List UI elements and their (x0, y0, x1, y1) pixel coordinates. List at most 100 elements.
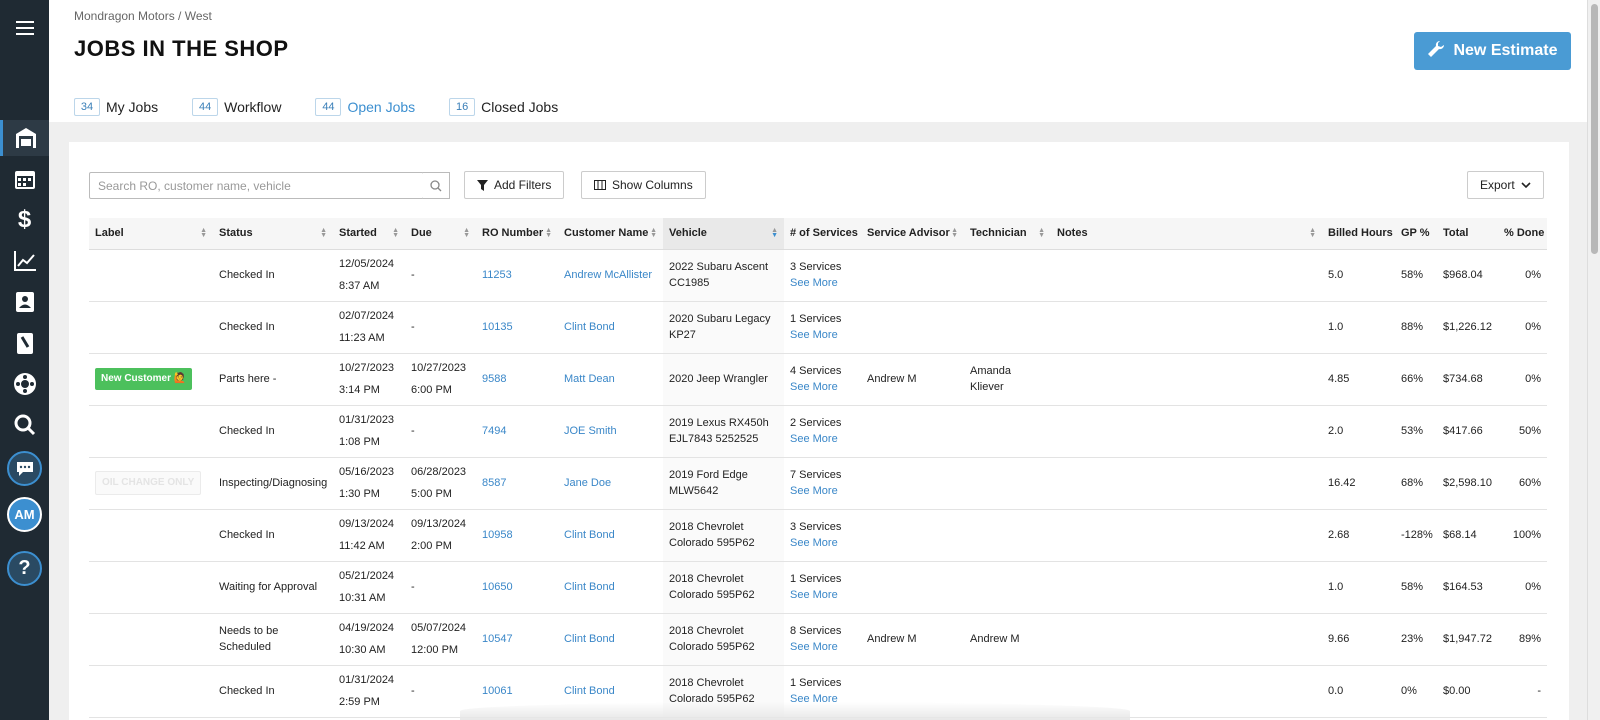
tab-label: Workflow (224, 99, 282, 115)
see-more-link[interactable]: See More (790, 535, 855, 551)
started-date: 05/21/2024 (339, 570, 395, 582)
ro-number-link[interactable]: 7494 (482, 425, 506, 437)
sort-arrows-icon[interactable]: ▲ ▼ (200, 227, 207, 239)
customer-name-link[interactable]: Clint Bond (564, 633, 615, 645)
see-more-link[interactable]: See More (790, 587, 855, 603)
ro-number-link[interactable]: 8587 (482, 477, 506, 489)
status-text: Needs to be Scheduled (219, 625, 279, 653)
breadcrumb[interactable]: Mondragon Motors / West (74, 9, 212, 23)
column-header-services[interactable]: # of Services (784, 218, 861, 250)
billed-hours: 5.0 (1328, 269, 1344, 281)
customer-name-link[interactable]: Clint Bond (564, 529, 615, 541)
search-input[interactable] (89, 172, 424, 199)
column-header-percent-done[interactable]: % Done (1498, 218, 1547, 250)
label-badge[interactable]: OIL CHANGE ONLY (95, 471, 202, 495)
column-header-service-advisor[interactable]: Service Advisor ▲ ▼ (861, 218, 964, 250)
column-header-started[interactable]: Started ▲ ▼ (333, 218, 405, 250)
column-header-technician[interactable]: Technician ▲ ▼ (964, 218, 1051, 250)
sort-arrows-icon[interactable]: ▲ ▼ (771, 227, 778, 239)
inventory-tools-icon[interactable] (0, 325, 49, 361)
tab-closed-jobs[interactable]: 16 Closed Jobs (449, 92, 558, 122)
add-filters-button[interactable]: Add Filters (464, 171, 565, 199)
calendar-icon[interactable] (0, 161, 49, 197)
customer-name-link[interactable]: JOE Smith (564, 425, 617, 437)
table-row[interactable]: Needs to be Scheduled 04/19/2024 10:30 AM 0… (89, 613, 1547, 666)
table-row[interactable]: Checked In 12/05/2024 8:37 AM - 11253 Andrew … (89, 249, 1547, 302)
ro-number-link[interactable]: 10061 (482, 685, 513, 697)
sort-arrows-icon[interactable]: ▲ ▼ (392, 227, 399, 239)
table-row[interactable]: Checked In 01/31/2023 1:08 PM - 7494 JOE Smit… (89, 405, 1547, 458)
see-more-link[interactable]: See More (790, 639, 855, 655)
see-more-link[interactable]: See More (790, 483, 855, 499)
customer-name-link[interactable]: Matt Dean (564, 373, 615, 385)
help-icon[interactable]: ? (7, 551, 42, 586)
column-header-notes[interactable]: Notes ▲ ▼ (1051, 218, 1322, 250)
column-header-ro-number[interactable]: RO Number ▲ ▼ (476, 218, 558, 250)
label-badge[interactable]: New Customer 🙋 (95, 368, 193, 390)
tab-open-jobs[interactable]: 44 Open Jobs (315, 92, 415, 125)
dollar-icon[interactable]: $ (0, 202, 49, 238)
sort-arrows-icon[interactable]: ▲ ▼ (951, 227, 958, 239)
column-header-gp-percent[interactable]: GP % (1395, 218, 1437, 250)
reports-chart-icon[interactable] (0, 243, 49, 279)
table-row[interactable]: New Customer 🙋 Parts here - 10/27/2023 3:14… (89, 353, 1547, 406)
table-row[interactable]: OIL CHANGE ONLY Inspecting/Diagnosing 05/1… (89, 457, 1547, 510)
user-avatar[interactable]: AM (7, 497, 42, 532)
ro-number-link[interactable]: 10958 (482, 529, 513, 541)
ro-number-link[interactable]: 10135 (482, 321, 513, 333)
column-header-billed-hours[interactable]: Billed Hours (1322, 218, 1395, 250)
search-icon[interactable] (0, 407, 49, 443)
chat-icon[interactable] (7, 451, 42, 486)
show-columns-button[interactable]: Show Columns (581, 171, 706, 199)
tire-icon[interactable] (0, 366, 49, 402)
see-more-link[interactable]: See More (790, 327, 855, 343)
column-header-label[interactable]: Label ▲ ▼ (89, 218, 213, 250)
column-header-due[interactable]: Due ▲ ▼ (405, 218, 476, 250)
shop-bay-icon[interactable] (0, 120, 49, 156)
sort-arrows-icon[interactable]: ▲ ▼ (1309, 227, 1316, 239)
column-header-total[interactable]: Total (1437, 218, 1498, 250)
customer-name-link[interactable]: Andrew McAllister (564, 269, 652, 281)
sort-arrows-icon[interactable]: ▲ ▼ (320, 227, 327, 239)
export-dropdown[interactable]: Export (1467, 171, 1544, 199)
vehicle-name: 2018 Chevrolet (669, 521, 744, 533)
table-row[interactable]: Checked In 02/07/2024 11:23 AM - 10135 Clint … (89, 301, 1547, 354)
vehicle-cell: 2020 Jeep Wrangler (663, 353, 784, 406)
tab-my-jobs[interactable]: 34 My Jobs (74, 92, 158, 122)
column-header-status[interactable]: Status ▲ ▼ (213, 218, 333, 250)
sort-arrows-icon[interactable]: ▲ ▼ (650, 227, 657, 239)
customer-name-link[interactable]: Jane Doe (564, 477, 611, 489)
page-scrollbar[interactable] (1587, 0, 1600, 720)
ro-number-link[interactable]: 10650 (482, 581, 513, 593)
see-more-link[interactable]: See More (790, 275, 855, 291)
sort-arrows-icon[interactable]: ▲ ▼ (1038, 227, 1045, 239)
label-cell (89, 405, 213, 458)
scrollbar-thumb[interactable] (1591, 4, 1598, 254)
vehicle-name: 2020 Subaru Legacy (669, 313, 771, 325)
table-row[interactable]: Waiting for Approval 05/21/2024 10:31 AM - 1… (89, 561, 1547, 614)
column-header-vehicle[interactable]: Vehicle ▲ ▼ (663, 218, 784, 250)
tab-workflow[interactable]: 44 Workflow (192, 92, 281, 122)
sort-arrows-icon[interactable]: ▲ ▼ (463, 227, 470, 239)
see-more-link[interactable]: See More (790, 431, 855, 447)
gp-percent-cell: 23% (1395, 613, 1437, 666)
ro-number-link[interactable]: 10547 (482, 633, 513, 645)
ro-number-link[interactable]: 9588 (482, 373, 506, 385)
percent-done: 0% (1525, 269, 1541, 281)
search-button[interactable] (423, 172, 450, 199)
customer-name-link[interactable]: Clint Bond (564, 321, 615, 333)
customer-name-link[interactable]: Clint Bond (564, 685, 615, 697)
column-header-customer-name[interactable]: Customer Name ▲ ▼ (558, 218, 663, 250)
column-header-label: Label (95, 227, 124, 240)
hamburger-menu-icon[interactable] (0, 10, 49, 46)
sort-arrows-icon[interactable]: ▲ ▼ (545, 227, 552, 239)
customer-name-link[interactable]: Clint Bond (564, 581, 615, 593)
see-more-link[interactable]: See More (790, 379, 855, 395)
ro-number-link[interactable]: 11253 (482, 269, 512, 281)
new-estimate-button[interactable]: New Estimate (1414, 32, 1571, 70)
table-row[interactable]: Checked In 09/13/2024 11:42 AM 09/13/2024 2:… (89, 509, 1547, 562)
due-cell: - (405, 301, 476, 354)
ro-number-cell: 10650 (476, 561, 558, 614)
contacts-icon[interactable] (0, 284, 49, 320)
show-columns-label: Show Columns (612, 178, 693, 192)
